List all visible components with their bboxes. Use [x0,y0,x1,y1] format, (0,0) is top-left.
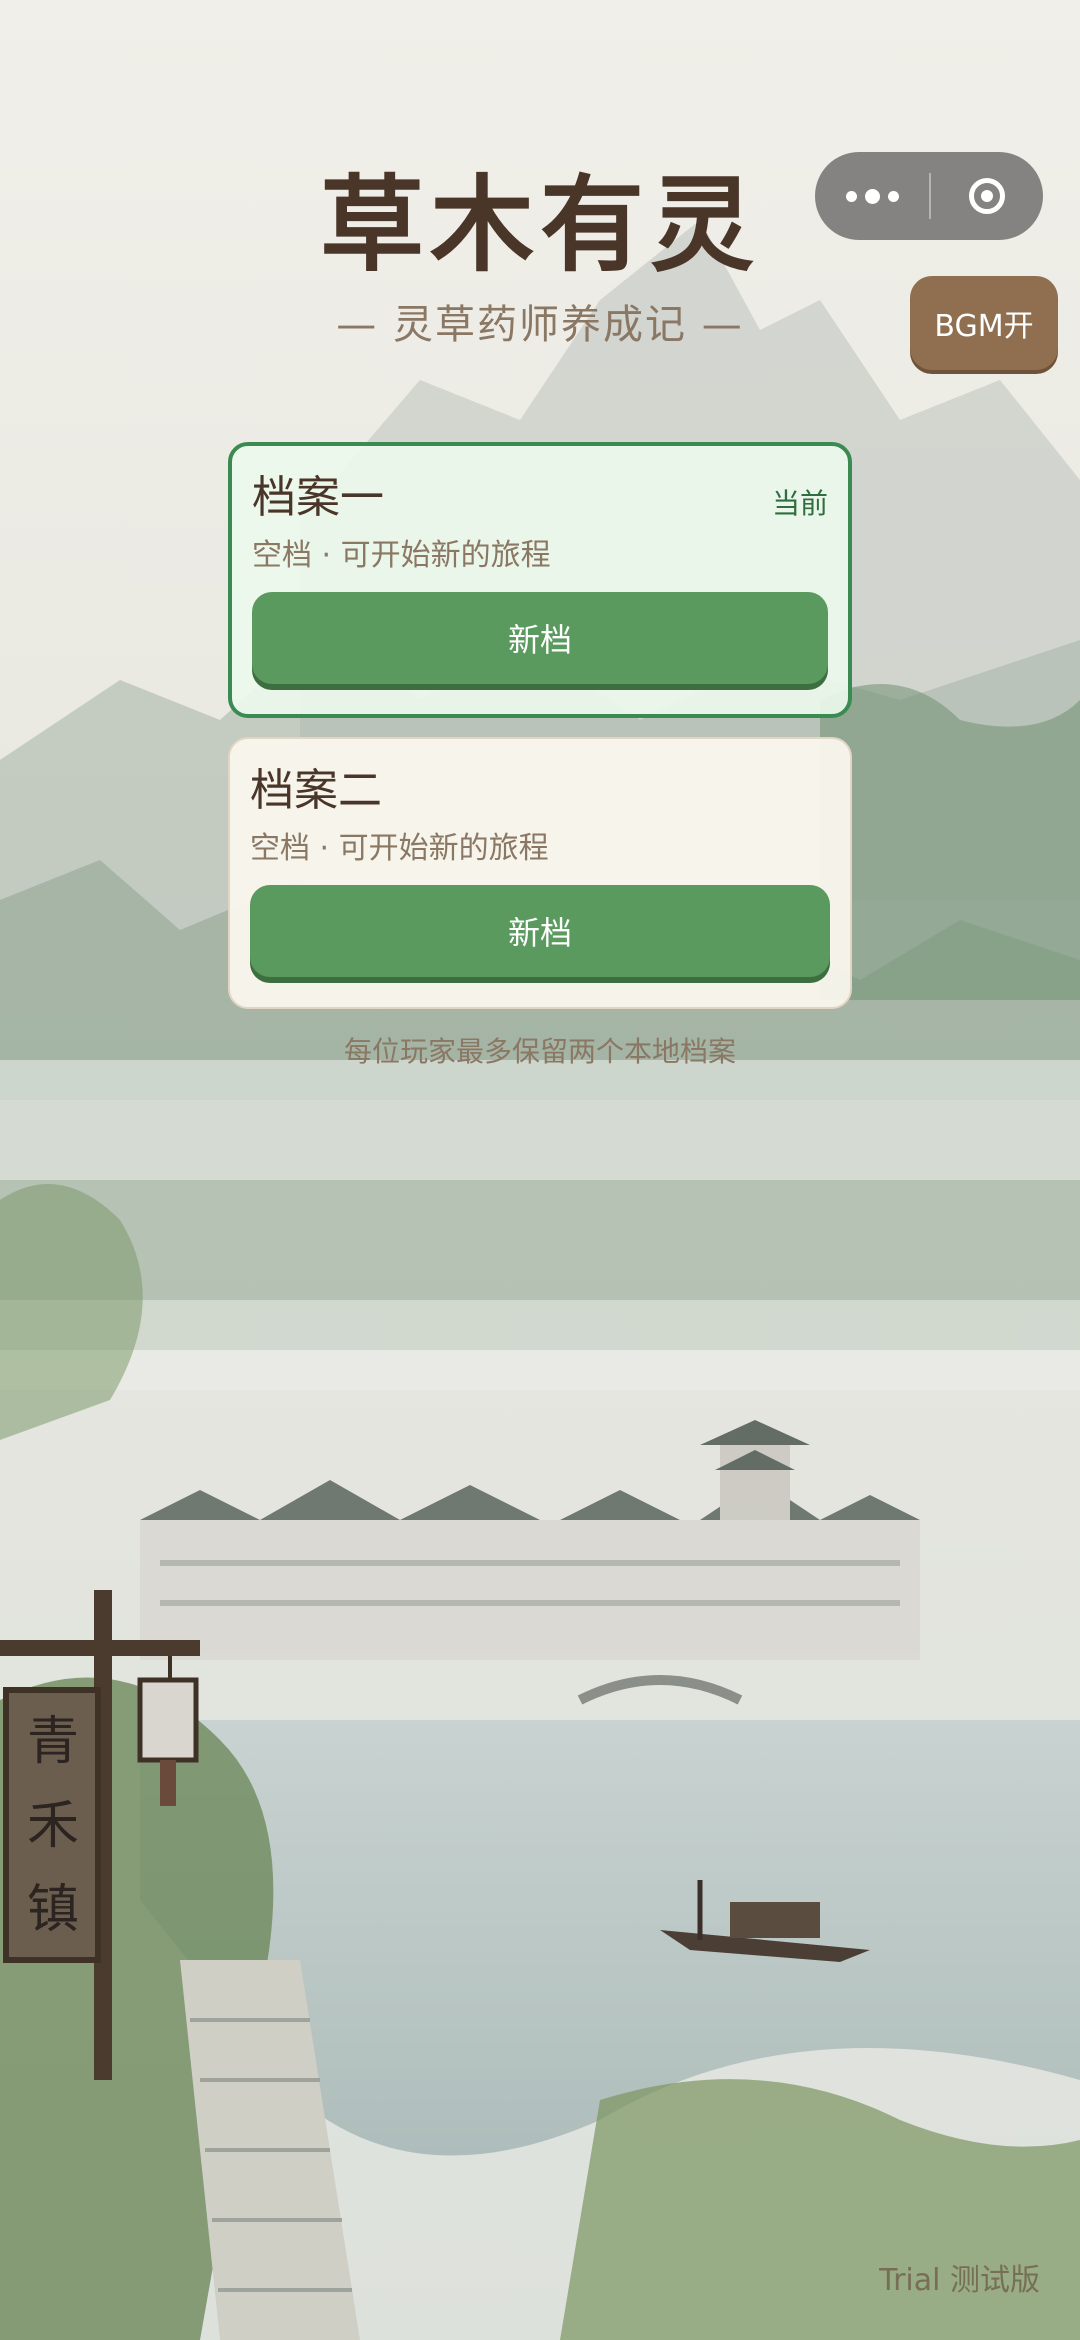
save-slot-1[interactable]: 档案一 当前 空档 · 可开始新的旅程 新档 [228,442,852,718]
save-limit-note: 每位玩家最多保留两个本地档案 [343,1035,736,1068]
slot-status: 空档 · 可开始新的旅程 [252,538,551,573]
miniprogram-capsule [815,152,1043,240]
target-circle-icon[interactable] [931,178,1043,214]
new-save-button[interactable]: 新档 [252,592,828,684]
more-dots-icon[interactable] [815,188,929,204]
save-slot-2[interactable]: 档案二 空档 · 可开始新的旅程 新档 [228,737,852,1009]
bgm-toggle-button[interactable]: BGM开 [910,276,1058,370]
slot-name: 档案一 [252,472,384,523]
version-label: Trial 测试版 [879,2263,1040,2298]
signpost-text: 青禾镇 [26,1712,79,1940]
slot-name: 档案二 [250,765,382,816]
current-badge: 当前 [771,487,828,520]
slot-status: 空档 · 可开始新的旅程 [250,831,549,866]
new-save-button[interactable]: 新档 [250,885,830,977]
